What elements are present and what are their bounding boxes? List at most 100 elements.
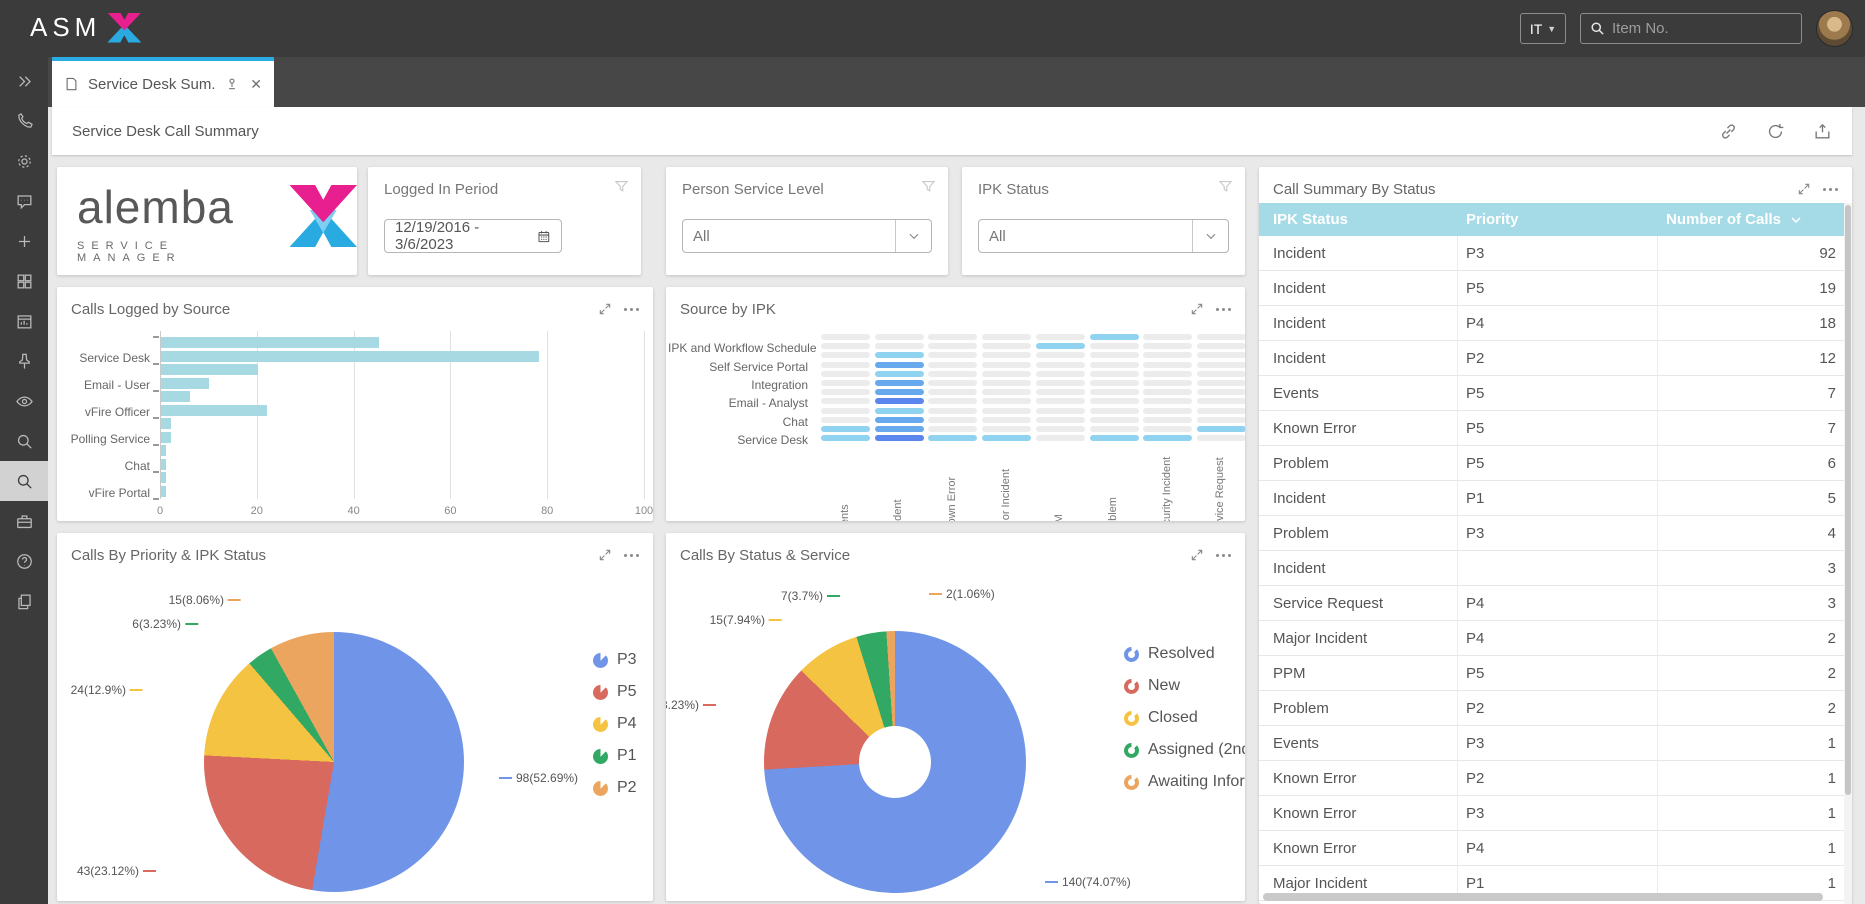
heatmap-cell[interactable]	[821, 398, 870, 404]
heatmap-cell[interactable]	[1143, 408, 1192, 414]
legend-item[interactable]: Assigned (2nd/3	[1124, 741, 1245, 759]
heatmap-cell[interactable]	[1036, 380, 1085, 386]
legend-item[interactable]: New	[1124, 677, 1245, 695]
table-row[interactable]: IncidentP212	[1259, 341, 1844, 376]
heatmap-cell[interactable]	[875, 362, 924, 368]
heatmap-cell[interactable]	[1036, 352, 1085, 358]
bar[interactable]	[161, 391, 190, 402]
heatmap-cell[interactable]	[928, 380, 977, 386]
filter-funnel-icon[interactable]	[614, 179, 629, 199]
sidebar-item-reports[interactable]	[0, 301, 48, 341]
heatmap-cell[interactable]	[1197, 334, 1245, 340]
sidebar-item-global-search[interactable]	[0, 461, 48, 501]
heatmap-cell[interactable]	[982, 371, 1031, 377]
heatmap-cell[interactable]	[1143, 362, 1192, 368]
table-row[interactable]: ProblemP34	[1259, 516, 1844, 551]
column-header-number-of-calls[interactable]: Number of Calls	[1658, 211, 1844, 228]
table-row[interactable]: Known ErrorP21	[1259, 761, 1844, 796]
table-row[interactable]: EventsP57	[1259, 376, 1844, 411]
heatmap-cell[interactable]	[821, 426, 870, 432]
heatmap-cell[interactable]	[875, 408, 924, 414]
heatmap-cell[interactable]	[1090, 417, 1139, 423]
table-row[interactable]: Known ErrorP57	[1259, 411, 1844, 446]
table-row[interactable]: Incident3	[1259, 551, 1844, 586]
select-dropdown-button[interactable]	[895, 220, 931, 252]
heatmap-cell[interactable]	[875, 371, 924, 377]
heatmap-cell[interactable]	[1090, 352, 1139, 358]
heatmap-cell[interactable]	[1197, 362, 1245, 368]
heatmap-cell[interactable]	[1143, 426, 1192, 432]
legend-item[interactable]: P1	[593, 747, 637, 765]
heatmap-cell[interactable]	[1143, 352, 1192, 358]
expand-icon[interactable]	[1797, 182, 1811, 196]
heatmap-cell[interactable]	[821, 352, 870, 358]
bar[interactable]	[161, 364, 258, 375]
heatmap-cell[interactable]	[875, 352, 924, 358]
column-header-priority[interactable]: Priority	[1458, 211, 1658, 228]
table-row[interactable]: ProblemP56	[1259, 446, 1844, 481]
table-row[interactable]: IncidentP418	[1259, 306, 1844, 341]
close-icon[interactable]: ✕	[250, 76, 262, 93]
heatmap-cell[interactable]	[982, 435, 1031, 441]
heatmap-cell[interactable]	[821, 389, 870, 395]
heatmap-cell[interactable]	[1197, 380, 1245, 386]
date-range-input[interactable]: 12/19/2016 - 3/6/2023	[384, 219, 562, 253]
heatmap-cell[interactable]	[1143, 371, 1192, 377]
heatmap-cell[interactable]	[928, 352, 977, 358]
heatmap-cell[interactable]	[1036, 389, 1085, 395]
heatmap-cell[interactable]	[1036, 398, 1085, 404]
heatmap-cell[interactable]	[982, 343, 1031, 349]
heatmap-cell[interactable]	[1090, 334, 1139, 340]
more-options-icon[interactable]	[1823, 188, 1838, 191]
heatmap-cell[interactable]	[1197, 352, 1245, 358]
legend-item[interactable]: P2	[593, 779, 637, 797]
sidebar-item-services[interactable]	[0, 501, 48, 541]
bar[interactable]	[161, 432, 171, 443]
heatmap-cell[interactable]	[1090, 426, 1139, 432]
heatmap-cell[interactable]	[1143, 334, 1192, 340]
heatmap-cell[interactable]	[1143, 380, 1192, 386]
heatmap-cell[interactable]	[982, 380, 1031, 386]
heatmap-cell[interactable]	[928, 417, 977, 423]
filter-funnel-icon[interactable]	[1218, 179, 1233, 199]
sidebar-item-settings[interactable]	[0, 141, 48, 181]
heatmap-cell[interactable]	[821, 362, 870, 368]
heatmap-cell[interactable]	[821, 371, 870, 377]
heatmap-cell[interactable]	[928, 426, 977, 432]
heatmap-cell[interactable]	[928, 334, 977, 340]
heatmap-cell[interactable]	[1197, 435, 1245, 441]
heatmap-cell[interactable]	[1036, 435, 1085, 441]
heatmap-cell[interactable]	[875, 334, 924, 340]
export-icon[interactable]	[1813, 122, 1832, 141]
sidebar-item-apps[interactable]	[0, 261, 48, 301]
table-row[interactable]: PPMP52	[1259, 656, 1844, 691]
heatmap-cell[interactable]	[875, 426, 924, 432]
heatmap-cell[interactable]	[1036, 408, 1085, 414]
heatmap-cell[interactable]	[1090, 389, 1139, 395]
table-row[interactable]: IncidentP15	[1259, 481, 1844, 516]
asm-logo[interactable]: ASM	[30, 12, 141, 43]
legend-item[interactable]: P5	[593, 683, 637, 701]
heatmap-cell[interactable]	[1143, 343, 1192, 349]
table-row[interactable]: Known ErrorP41	[1259, 831, 1844, 866]
heatmap-cell[interactable]	[1143, 398, 1192, 404]
column-header-ipk-status[interactable]: IPK Status	[1259, 211, 1458, 228]
heatmap-cell[interactable]	[1036, 426, 1085, 432]
table-row[interactable]: ProblemP22	[1259, 691, 1844, 726]
heatmap-cell[interactable]	[1090, 398, 1139, 404]
bar[interactable]	[161, 378, 209, 389]
bar[interactable]	[161, 459, 166, 470]
heatmap-cell[interactable]	[1197, 408, 1245, 414]
heatmap-cell[interactable]	[1197, 417, 1245, 423]
heatmap-cell[interactable]	[928, 398, 977, 404]
table-row[interactable]: Service RequestP43	[1259, 586, 1844, 621]
heatmap-cell[interactable]	[982, 362, 1031, 368]
heatmap-cell[interactable]	[821, 334, 870, 340]
table-row[interactable]: IncidentP392	[1259, 236, 1844, 271]
bar[interactable]	[161, 445, 166, 456]
bar[interactable]	[161, 418, 171, 429]
heatmap-cell[interactable]	[1090, 380, 1139, 386]
link-icon[interactable]	[1719, 122, 1738, 141]
heatmap-cell[interactable]	[982, 334, 1031, 340]
bar[interactable]	[161, 472, 166, 483]
